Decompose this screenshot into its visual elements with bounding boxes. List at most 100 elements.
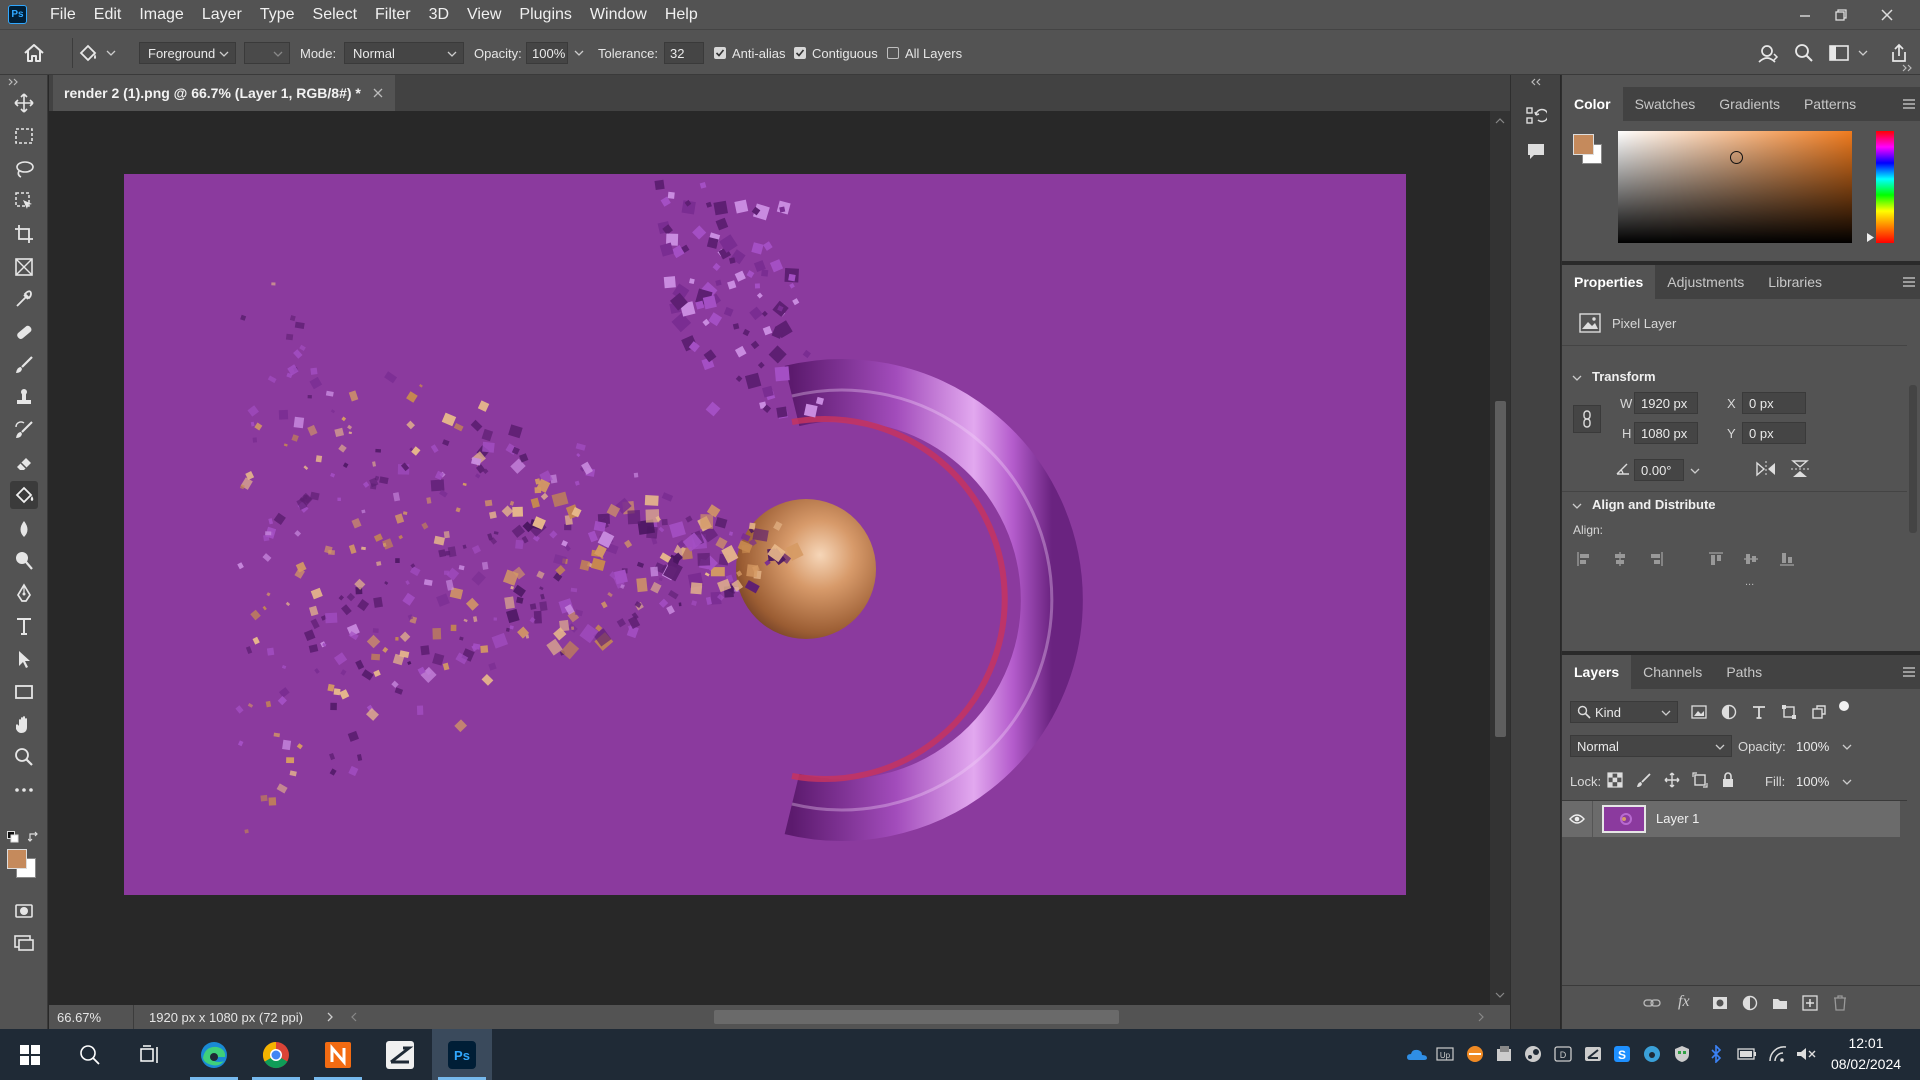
align-right-icon[interactable] [1649, 552, 1663, 566]
menu-help[interactable]: Help [656, 0, 707, 29]
fill-chevron-icon[interactable] [1842, 777, 1852, 787]
onedrive-icon[interactable] [1405, 1042, 1429, 1066]
edge-browser-icon[interactable] [184, 1029, 244, 1080]
menu-view[interactable]: View [458, 0, 510, 29]
align-bottom-icon[interactable] [1780, 552, 1794, 566]
norton-app-icon[interactable] [308, 1029, 368, 1080]
mail-tray-icon[interactable] [1492, 1042, 1516, 1066]
canvas-workspace[interactable] [49, 111, 1490, 1005]
align-left-icon[interactable] [1577, 552, 1591, 566]
wifi-icon[interactable] [1766, 1042, 1790, 1066]
menu-select[interactable]: Select [304, 0, 366, 29]
tab-paths[interactable]: Paths [1714, 655, 1774, 689]
new-adjustment-layer-icon[interactable] [1742, 995, 1758, 1011]
update-icon[interactable]: Up [1433, 1042, 1457, 1066]
fill-source-dropdown[interactable]: Foreground [139, 42, 236, 64]
document-canvas[interactable] [124, 174, 1406, 895]
anti-alias-check-icon[interactable] [714, 47, 726, 59]
menu-type[interactable]: Type [251, 0, 304, 29]
document-tab[interactable]: render 2 (1).png @ 66.7% (Layer 1, RGB/8… [53, 75, 395, 111]
new-layer-icon[interactable] [1802, 995, 1818, 1011]
clock-date[interactable]: 08/02/2024 [1820, 1056, 1912, 1072]
brush-tool-icon[interactable] [10, 351, 38, 379]
align-top-icon[interactable] [1709, 552, 1723, 566]
collapse-toolbar-icon[interactable] [8, 78, 20, 86]
type-tool-icon[interactable] [10, 612, 38, 640]
vertical-scrollbar[interactable] [1490, 111, 1510, 1005]
contiguous-checkbox[interactable]: Contiguous [794, 30, 878, 76]
tab-patterns[interactable]: Patterns [1792, 87, 1868, 121]
rectangle-tool-icon[interactable] [10, 678, 38, 706]
path-selection-tool-icon[interactable] [10, 645, 38, 673]
volume-muted-icon[interactable] [1794, 1042, 1818, 1066]
menu-edit[interactable]: Edit [85, 0, 131, 29]
battery-icon[interactable] [1735, 1042, 1759, 1066]
filter-toggle-icon[interactable] [1839, 701, 1849, 711]
transform-section-title[interactable]: Transform [1592, 369, 1656, 384]
contiguous-check-icon[interactable] [794, 47, 806, 59]
marquee-tool-icon[interactable] [10, 122, 38, 150]
link-dimensions-button[interactable] [1573, 405, 1601, 433]
collapse-dock-icon[interactable] [1530, 78, 1542, 86]
filter-shape-icon[interactable] [1781, 704, 1797, 720]
all-layers-checkbox[interactable]: All Layers [887, 30, 962, 76]
scroll-down-icon[interactable] [1490, 989, 1510, 1001]
lasso-tool-icon[interactable] [10, 155, 38, 183]
lock-position-icon[interactable] [1664, 772, 1680, 788]
chrome-browser-icon[interactable] [246, 1029, 306, 1080]
color-panel-menu-icon[interactable] [1903, 99, 1915, 109]
hand-tool-icon[interactable] [10, 711, 38, 739]
link-layers-icon[interactable] [1643, 997, 1661, 1009]
task-view-icon[interactable] [120, 1029, 180, 1080]
opacity-chevron-icon[interactable] [574, 48, 584, 58]
screen-mode-icon[interactable] [10, 929, 38, 957]
close-tab-icon[interactable] [373, 88, 383, 98]
scroll-left-icon[interactable] [349, 1011, 359, 1023]
tab-gradients[interactable]: Gradients [1707, 87, 1792, 121]
width-input[interactable]: 1920 px [1634, 392, 1698, 414]
tab-libraries[interactable]: Libraries [1756, 265, 1834, 299]
add-mask-icon[interactable] [1712, 996, 1728, 1010]
menu-filter[interactable]: Filter [366, 0, 420, 29]
document-info[interactable]: 1920 px x 1080 px (72 ppi) [149, 1010, 303, 1025]
skype-tray-icon[interactable]: S [1610, 1042, 1634, 1066]
object-selection-tool-icon[interactable] [10, 187, 38, 215]
lock-image-pixels-icon[interactable] [1636, 772, 1652, 788]
home-icon[interactable] [22, 30, 46, 76]
quick-mask-icon[interactable] [10, 897, 38, 925]
tab-swatches[interactable]: Swatches [1623, 87, 1708, 121]
all-layers-box[interactable] [887, 47, 899, 59]
more-options-button[interactable]: ... [1745, 576, 1754, 588]
lock-all-icon[interactable] [1720, 772, 1736, 788]
menu-file[interactable]: File [41, 0, 85, 29]
pattern-picker[interactable] [244, 42, 290, 64]
layers-panel-menu-icon[interactable] [1903, 667, 1915, 677]
align-section-title[interactable]: Align and Distribute [1592, 497, 1716, 512]
clock-time[interactable]: 12:01 [1820, 1035, 1912, 1051]
status-menu-chevron-icon[interactable] [325, 1011, 335, 1023]
security-shield-icon[interactable] [1670, 1042, 1694, 1066]
new-group-icon[interactable] [1772, 996, 1788, 1010]
angle-chevron-icon[interactable] [1690, 466, 1700, 476]
flip-vertical-icon[interactable] [1789, 460, 1811, 478]
layer-visibility-eye-icon[interactable] [1569, 813, 1585, 825]
steam-icon[interactable] [1521, 1042, 1545, 1066]
history-brush-tool-icon[interactable] [10, 416, 38, 444]
dolby-icon[interactable]: D [1551, 1042, 1575, 1066]
layer-opacity-input[interactable]: 100% [1790, 735, 1836, 757]
align-vertical-center-icon[interactable] [1744, 552, 1758, 566]
horizontal-scroll-thumb[interactable] [714, 1010, 1119, 1024]
close-window-button[interactable] [1868, 0, 1906, 29]
swap-colors-icon[interactable] [28, 831, 40, 843]
align-chevron-icon[interactable] [1572, 501, 1582, 511]
filter-smart-object-icon[interactable] [1811, 704, 1827, 720]
x-input[interactable]: 0 px [1742, 392, 1806, 414]
anti-alias-checkbox[interactable]: Anti-alias [714, 30, 785, 76]
blend-mode-dropdown[interactable]: Normal [1570, 735, 1732, 757]
restore-button[interactable] [1822, 0, 1860, 29]
zoom-tool-icon[interactable] [10, 743, 38, 771]
edge-tray-icon[interactable] [1640, 1042, 1664, 1066]
filter-adjustment-icon[interactable] [1721, 704, 1737, 720]
panel-foreground-swatch[interactable] [1573, 134, 1594, 155]
workspace-icon[interactable] [1828, 30, 1868, 76]
